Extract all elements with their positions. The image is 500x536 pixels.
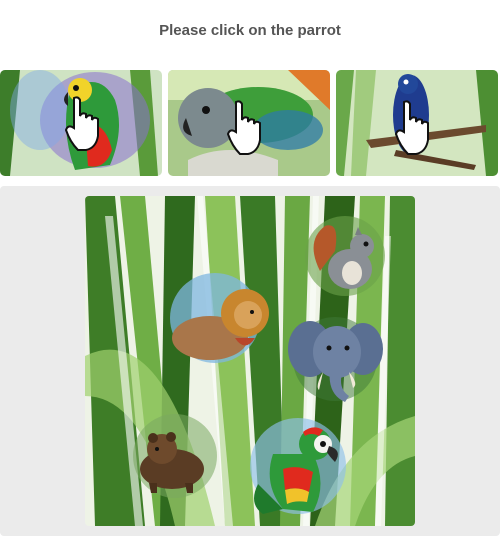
example-images bbox=[0, 70, 500, 176]
animal-lion[interactable] bbox=[170, 268, 270, 368]
example-image-1 bbox=[0, 70, 162, 176]
captcha-prompt: Please click on the parrot bbox=[159, 22, 341, 39]
challenge-image[interactable] bbox=[85, 196, 415, 526]
challenge-panel bbox=[0, 186, 500, 536]
animal-elephant[interactable] bbox=[285, 314, 385, 409]
animal-bear[interactable] bbox=[127, 411, 222, 501]
example-image-2 bbox=[168, 70, 330, 176]
animal-squirrel[interactable] bbox=[300, 211, 390, 301]
animal-parrot[interactable] bbox=[243, 414, 353, 519]
example-image-3 bbox=[336, 70, 498, 176]
